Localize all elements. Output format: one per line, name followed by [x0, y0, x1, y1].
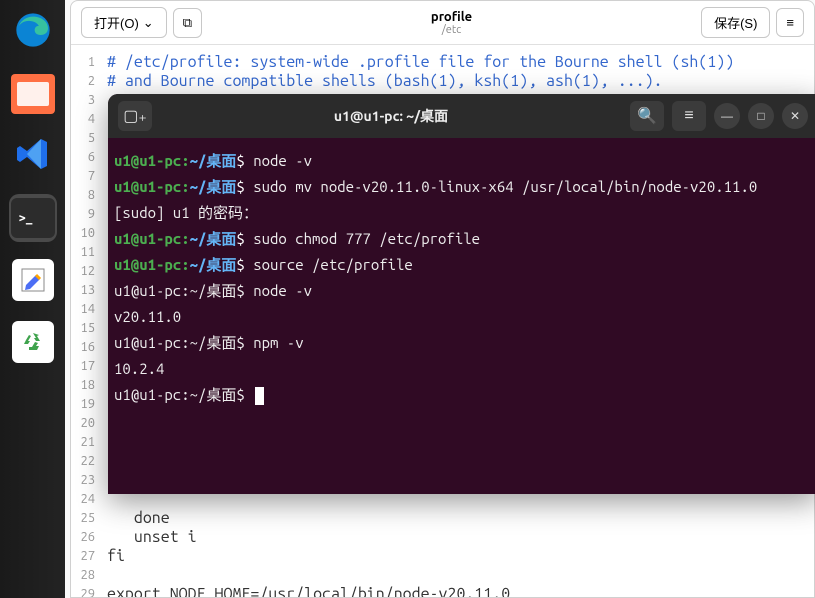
vscode-icon: [15, 136, 51, 176]
terminal-body[interactable]: u1@u1-pc:~/桌面$ node -vu1@u1-pc:~/桌面$ sud…: [108, 138, 815, 418]
editor-title-area: profile /etc: [208, 10, 695, 36]
new-tab-icon: ▢₊: [123, 106, 147, 126]
notepad-icon: [12, 259, 54, 301]
folder-icon: [11, 74, 55, 114]
recycle-icon: [12, 321, 54, 363]
terminal-menu-button[interactable]: ≡: [672, 101, 706, 131]
hamburger-menu-button[interactable]: ≡: [776, 8, 804, 37]
terminal-icon: >_: [11, 198, 55, 238]
maximize-button[interactable]: □: [748, 103, 774, 129]
minimize-icon: —: [721, 109, 733, 123]
save-button[interactable]: 保存(S): [701, 7, 770, 38]
maximize-icon: □: [757, 109, 764, 123]
open-button[interactable]: 打开(O) ⌄: [81, 7, 167, 38]
editor-subtitle: /etc: [208, 24, 695, 36]
hamburger-icon: ≡: [786, 15, 794, 30]
terminal-titlebar: ▢₊ u1@u1-pc: ~/桌面 🔍 ≡ — □ ✕: [108, 94, 815, 138]
edge-app-icon[interactable]: [9, 8, 57, 56]
launcher-dock: >_: [0, 0, 65, 598]
text-editor-app-icon[interactable]: [9, 256, 57, 304]
open-button-label: 打开(O): [94, 13, 139, 32]
line-gutter: 1234567891011121314151617181920212223242…: [71, 53, 101, 598]
search-button[interactable]: 🔍: [630, 101, 664, 131]
editor-toolbar: 打开(O) ⌄ ⧉ profile /etc 保存(S) ≡: [71, 1, 814, 45]
minimize-button[interactable]: —: [714, 103, 740, 129]
terminal-window: ▢₊ u1@u1-pc: ~/桌面 🔍 ≡ — □ ✕ u1@u1-pc:~/桌…: [108, 94, 815, 494]
editor-title: profile: [208, 10, 695, 24]
close-icon: ✕: [790, 109, 800, 123]
close-button[interactable]: ✕: [782, 103, 808, 129]
terminal-app-icon[interactable]: >_: [9, 194, 57, 242]
hamburger-icon: ≡: [684, 107, 693, 125]
vscode-app-icon[interactable]: [9, 132, 57, 180]
new-tab-button[interactable]: ⧉: [173, 8, 202, 38]
terminal-title: u1@u1-pc: ~/桌面: [160, 106, 622, 126]
chevron-down-icon: ⌄: [143, 15, 154, 31]
search-icon: 🔍: [637, 106, 657, 126]
files-app-icon[interactable]: [9, 70, 57, 118]
edge-icon: [13, 10, 53, 54]
new-tab-terminal-button[interactable]: ▢₊: [118, 101, 152, 131]
new-document-icon: ⧉: [183, 15, 192, 31]
trash-app-icon[interactable]: [9, 318, 57, 366]
